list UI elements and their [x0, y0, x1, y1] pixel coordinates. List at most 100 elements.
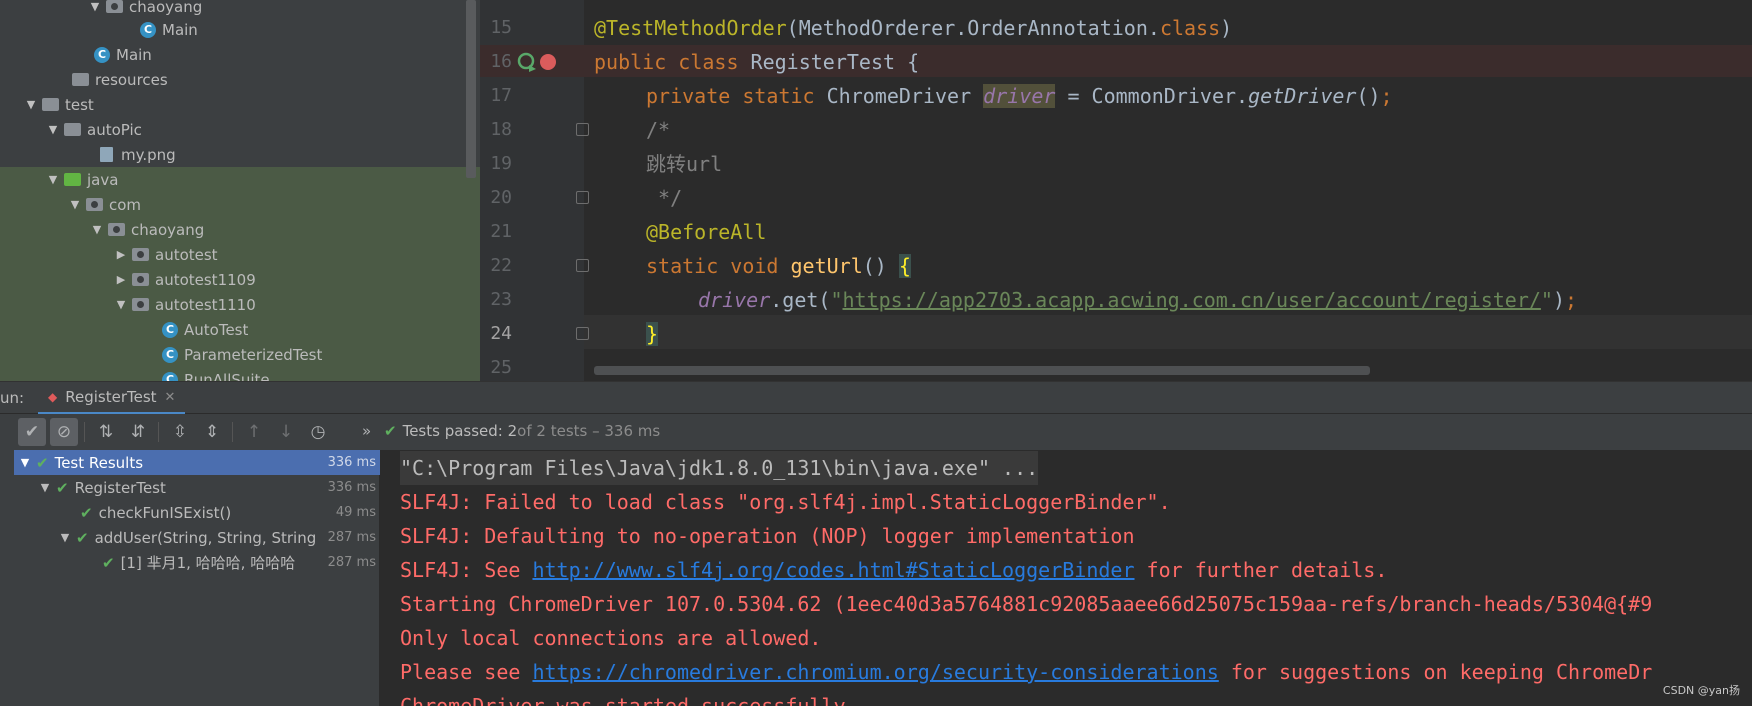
console-text: for suggestions on keeping ChromeDr [1218, 660, 1653, 684]
tree-item[interactable]: ▶ autotest [114, 242, 218, 267]
show-passed-button[interactable]: ✔ [18, 418, 46, 446]
expand-arrow-icon[interactable]: ▼ [90, 223, 104, 236]
tree-item-label: java [87, 170, 119, 189]
fold-icon[interactable] [576, 123, 589, 136]
checkmark-icon: ✔ [24, 422, 40, 442]
code-line-19[interactable]: 跳转url [646, 147, 722, 181]
line-number: 24 [490, 323, 512, 344]
package-icon [86, 198, 103, 211]
run-test-icon[interactable] [516, 51, 538, 73]
test-result-label: addUser(String, String, String [94, 528, 317, 547]
expand-arrow-icon[interactable]: ▼ [46, 123, 60, 136]
code-line-23[interactable]: driver.get("https://app2703.acapp.acwing… [698, 283, 1577, 317]
fold-icon[interactable] [576, 327, 589, 340]
tree-item-label: autotest [155, 245, 218, 264]
show-ignored-button[interactable]: ⊘ [50, 418, 78, 446]
fold-icon[interactable] [576, 191, 589, 204]
expand-arrow-icon[interactable]: ▼ [58, 531, 72, 544]
url-link[interactable]: https://app2703.acapp.acwing.com.cn/user… [843, 288, 1541, 312]
pass-check-icon: ✔ [102, 553, 115, 572]
code-line-16[interactable]: public class RegisterTest { [594, 45, 919, 79]
code-line-24[interactable]: } [646, 317, 659, 351]
expand-arrow-icon[interactable]: ▼ [46, 173, 60, 186]
collapse-all-button[interactable]: ⇕ [198, 418, 226, 446]
breakpoint-icon[interactable] [538, 52, 558, 72]
tree-item[interactable]: ▼ test [24, 92, 94, 117]
string-token: " [830, 288, 843, 312]
tree-item[interactable]: ▼ com [68, 192, 141, 217]
console-link[interactable]: http://www.slf4j.org/codes.html#StaticLo… [532, 558, 1134, 582]
fold-icon[interactable] [576, 259, 589, 272]
expand-arrow-icon[interactable]: ▼ [24, 98, 38, 111]
tree-item[interactable]: C RunAllSuite [158, 367, 270, 381]
console-link[interactable]: https://chromedriver.chromium.org/securi… [532, 660, 1218, 684]
test-history-button[interactable]: ◷ [304, 418, 332, 446]
close-icon[interactable]: ✕ [165, 390, 176, 405]
tree-item[interactable]: C Main [136, 17, 198, 42]
tree-item[interactable]: ▼ java [46, 167, 119, 192]
previous-failed-button[interactable]: ↑ [240, 418, 268, 446]
caret-line-highlight [584, 315, 1752, 349]
console-line: Only local connections are allowed. [400, 626, 822, 650]
console-output[interactable]: "C:\Program Files\Java\jdk1.8.0_131\bin\… [380, 450, 1752, 706]
code-line-22[interactable]: static void getUrl() { [646, 249, 911, 283]
tree-item[interactable]: my.png [96, 142, 176, 167]
tests-summary-text: of 2 tests – 336 ms [517, 422, 661, 440]
code-line-18[interactable]: /* [646, 113, 670, 147]
test-result-row[interactable]: ▼ ✔ RegisterTest 336 ms [14, 475, 380, 500]
run-tab-registertest[interactable]: ◆ RegisterTest ✕ [38, 382, 186, 415]
tree-item[interactable]: ▼ chaoyang [90, 217, 204, 242]
test-duration: 336 ms [327, 455, 376, 470]
test-result-label: RegisterTest [74, 478, 166, 497]
expand-all-button[interactable]: ⇳ [166, 418, 194, 446]
console-line: SLF4J: Failed to load class "org.slf4j.i… [400, 490, 1171, 514]
folder-icon [64, 123, 81, 136]
expand-arrow-icon[interactable]: ▼ [18, 456, 32, 469]
package-icon [106, 0, 123, 13]
history-icon: ◷ [310, 422, 326, 442]
tree-scrollbar[interactable] [466, 0, 476, 178]
method-token: getDriver [1248, 84, 1357, 108]
pass-check-icon: ✔ [80, 503, 93, 522]
tree-item[interactable]: C AutoTest [158, 317, 248, 342]
arrow-down-icon: ↓ [278, 422, 294, 442]
sort-by-duration-button[interactable]: ⇵ [124, 418, 152, 446]
tree-item[interactable]: C ParameterizedTest [158, 342, 322, 367]
next-failed-button[interactable]: ↓ [272, 418, 300, 446]
test-result-row[interactable]: ✔ [1] 芈月1, 哈哈哈, 哈哈哈 287 ms [14, 550, 380, 575]
expand-all-icon: ⇳ [172, 422, 188, 442]
expand-arrow-icon[interactable]: ▼ [88, 0, 102, 13]
test-result-row[interactable]: ▼ ✔ Test Results 336 ms [14, 450, 380, 475]
console-text: Please see [400, 660, 533, 684]
code-line-15[interactable]: @TestMethodOrder(MethodOrderer.OrderAnno… [594, 11, 1232, 45]
tree-item[interactable]: ▼ autoPic [46, 117, 142, 142]
code-line-21[interactable]: @BeforeAll [646, 215, 766, 249]
editor-horizontal-scrollbar[interactable] [594, 366, 1370, 375]
package-icon [108, 223, 125, 236]
line-number: 15 [490, 17, 512, 38]
string-token: " [1540, 288, 1553, 312]
code-line-17[interactable]: private static ChromeDriver driver = Com… [646, 79, 1393, 113]
expand-arrow-icon[interactable]: ▼ [68, 198, 82, 211]
more-options-icon[interactable]: » [362, 422, 371, 440]
code-token: RegisterTest { [750, 50, 920, 74]
tree-item[interactable]: ▶ autotest1109 [114, 267, 256, 292]
line-number: 17 [490, 85, 512, 106]
sort-alphabetically-button[interactable]: ⇅ [92, 418, 120, 446]
code-line-20[interactable]: */ [646, 181, 682, 215]
test-runner-toolbar: ✔ ⊘ ⇅ ⇵ ⇳ ⇕ ↑ ↓ ◷ » ✔ Tests passed: 2 of… [0, 414, 1752, 450]
console-text: for further details. [1134, 558, 1388, 582]
test-result-row[interactable]: ▼ ✔ addUser(String, String, String 287 m… [14, 525, 380, 550]
expand-arrow-icon[interactable]: ▼ [114, 298, 128, 311]
collapse-arrow-icon[interactable]: ▶ [114, 273, 128, 286]
tree-item[interactable]: ▼ autotest1110 [114, 292, 256, 317]
collapse-arrow-icon[interactable]: ▶ [114, 248, 128, 261]
code-editor[interactable]: 15 16 17 18 19 20 21 22 23 24 25 @TestMe… [480, 0, 1752, 381]
tree-item[interactable]: C Main [90, 42, 152, 67]
expand-arrow-icon[interactable]: ▼ [38, 481, 52, 494]
test-result-row[interactable]: ✔ checkFunISExist() 49 ms [14, 500, 380, 525]
tree-item-label: AutoTest [184, 320, 249, 339]
tree-item[interactable]: resources [68, 67, 168, 92]
image-file-icon [100, 147, 113, 162]
passed-check-icon: ✔ [384, 422, 397, 440]
